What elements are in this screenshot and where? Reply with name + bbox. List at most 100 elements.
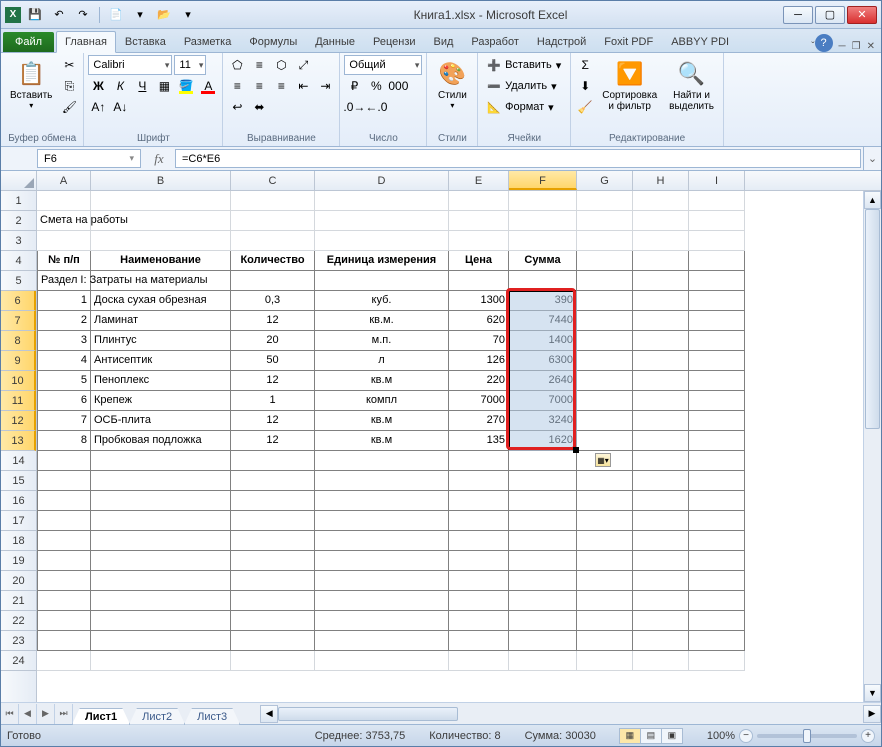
cell-H20[interactable] [633,571,689,591]
cell-D20[interactable] [315,571,449,591]
row-header-13[interactable]: 13 [1,431,36,451]
cell-A18[interactable] [37,531,91,551]
cell-G3[interactable] [577,231,633,251]
italic-button[interactable]: К [110,76,130,96]
cell-F14[interactable] [509,451,577,471]
cell-F21[interactable] [509,591,577,611]
tab-home[interactable]: Главная [56,31,116,53]
cell-H2[interactable] [633,211,689,231]
cell-G16[interactable] [577,491,633,511]
cell-B22[interactable] [91,611,231,631]
cell-F11[interactable]: 7000 [509,391,577,411]
cell-B15[interactable] [91,471,231,491]
cell-B20[interactable] [91,571,231,591]
save-icon[interactable]: 💾 [25,5,45,25]
currency-icon[interactable]: ₽ [344,76,364,96]
cell-B18[interactable] [91,531,231,551]
print-preview-icon[interactable]: 📄 [106,5,126,25]
delete-cells-button[interactable]: ➖Удалить ▾ [482,76,566,96]
scroll-up-button[interactable]: ▲ [864,191,881,209]
cell-I5[interactable] [689,271,745,291]
cell-I16[interactable] [689,491,745,511]
cell-D13[interactable]: кв.м [315,431,449,451]
cell-H8[interactable] [633,331,689,351]
cell-H7[interactable] [633,311,689,331]
name-box[interactable]: F6▾ [37,149,141,168]
borders-button[interactable]: ▦ [154,76,174,96]
cell-G4[interactable] [577,251,633,271]
cell-A16[interactable] [37,491,91,511]
cell-I20[interactable] [689,571,745,591]
cell-A21[interactable] [37,591,91,611]
tab-layout[interactable]: Разметка [175,31,241,52]
sheet-prev-icon[interactable]: ◀ [19,704,37,724]
cell-F8[interactable]: 1400 [509,331,577,351]
cell-E19[interactable] [449,551,509,571]
cell-B8[interactable]: Плинтус [91,331,231,351]
cell-D7[interactable]: кв.м. [315,311,449,331]
file-tab[interactable]: Файл [3,32,54,52]
cell-G21[interactable] [577,591,633,611]
sheet-tab-Лист1[interactable]: Лист1 [72,708,130,725]
cell-H16[interactable] [633,491,689,511]
cell-D17[interactable] [315,511,449,531]
maximize-button[interactable]: ▢ [815,6,845,24]
cell-G10[interactable] [577,371,633,391]
cell-I14[interactable] [689,451,745,471]
cell-C21[interactable] [231,591,315,611]
align-left-icon[interactable]: ≡ [227,76,247,96]
cell-C19[interactable] [231,551,315,571]
fill-icon[interactable]: ⬇ [575,76,595,96]
cell-C23[interactable] [231,631,315,651]
percent-icon[interactable]: % [366,76,386,96]
autofill-options-button[interactable]: ▦▾ [595,453,611,467]
formula-expand-icon[interactable]: ⌄ [863,147,881,170]
cell-E24[interactable] [449,651,509,671]
cell-H18[interactable] [633,531,689,551]
cell-I23[interactable] [689,631,745,651]
cell-C20[interactable] [231,571,315,591]
cell-E13[interactable]: 135 [449,431,509,451]
cell-B3[interactable] [91,231,231,251]
insert-cells-button[interactable]: ➕Вставить ▾ [482,55,566,75]
number-format-combo[interactable]: Общий [344,55,422,75]
row-header-5[interactable]: 5 [1,271,36,291]
cell-B24[interactable] [91,651,231,671]
cell-E7[interactable]: 620 [449,311,509,331]
sheet-tab-Лист2[interactable]: Лист2 [129,708,185,725]
cell-H19[interactable] [633,551,689,571]
tab-insert[interactable]: Вставка [116,31,175,52]
cell-F12[interactable]: 3240 [509,411,577,431]
workbook-minimize-icon[interactable]: ─ [839,41,846,52]
cell-G22[interactable] [577,611,633,631]
cell-E2[interactable] [449,211,509,231]
cell-E16[interactable] [449,491,509,511]
cell-E15[interactable] [449,471,509,491]
cell-B1[interactable] [91,191,231,211]
cell-E3[interactable] [449,231,509,251]
cell-B7[interactable]: Ламинат [91,311,231,331]
column-header-B[interactable]: B [91,171,231,190]
cell-D14[interactable] [315,451,449,471]
cell-I22[interactable] [689,611,745,631]
row-header-18[interactable]: 18 [1,531,36,551]
wrap-text-icon[interactable]: ↩ [227,97,247,117]
workbook-restore-icon[interactable]: ❐ [852,41,861,52]
cell-I2[interactable] [689,211,745,231]
cell-H10[interactable] [633,371,689,391]
cell-H13[interactable] [633,431,689,451]
cell-C8[interactable]: 20 [231,331,315,351]
cell-A9[interactable]: 4 [37,351,91,371]
cell-A1[interactable] [37,191,91,211]
cell-C2[interactable] [231,211,315,231]
cell-F4[interactable]: Сумма [509,251,577,271]
help-icon[interactable]: ? [815,34,833,52]
cell-C3[interactable] [231,231,315,251]
zoom-thumb[interactable] [803,729,811,743]
tab-review[interactable]: Рецензи [364,31,425,52]
cell-E17[interactable] [449,511,509,531]
align-right-icon[interactable]: ≡ [271,76,291,96]
cell-H4[interactable] [633,251,689,271]
cell-A20[interactable] [37,571,91,591]
cell-E6[interactable]: 1300 [449,291,509,311]
